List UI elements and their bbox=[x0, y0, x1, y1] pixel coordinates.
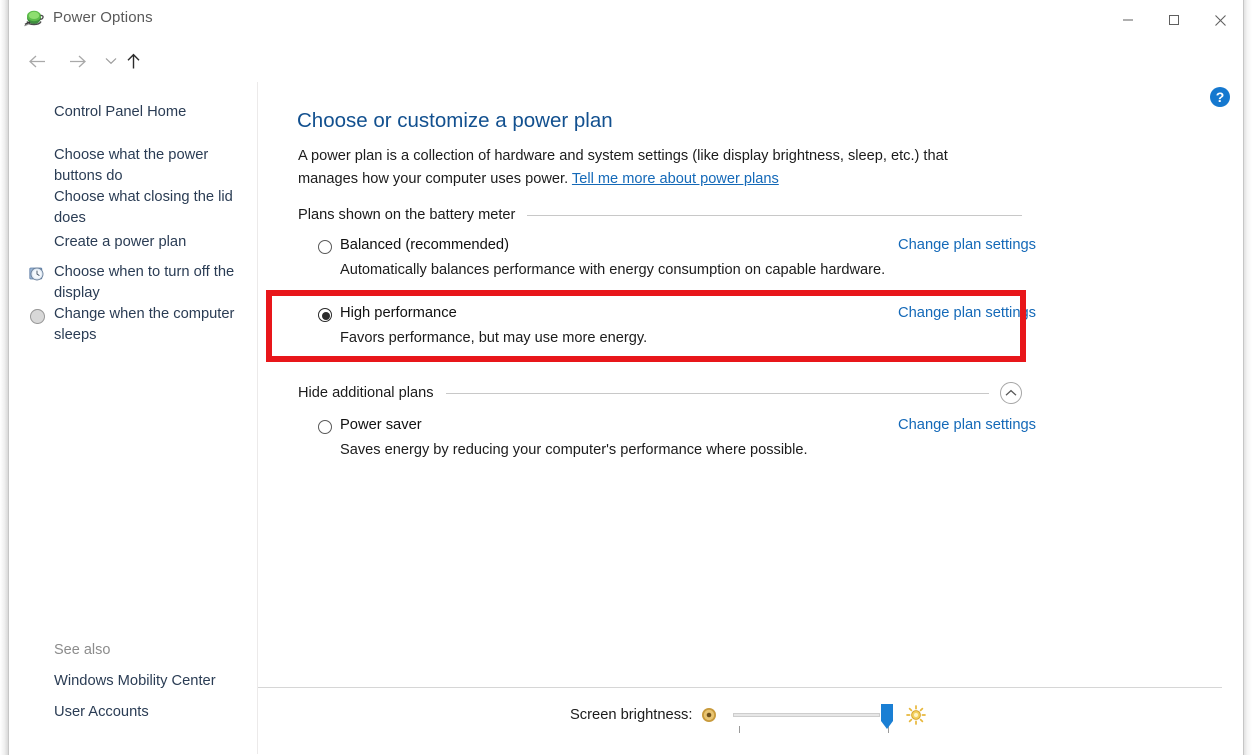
bottom-divider bbox=[258, 687, 1222, 688]
up-button[interactable] bbox=[119, 48, 147, 74]
change-plan-settings-link-high-performance[interactable]: Change plan settings bbox=[898, 305, 1036, 321]
change-plan-settings-link-power-saver[interactable]: Change plan settings bbox=[898, 417, 1036, 433]
see-also-heading: See also bbox=[54, 642, 110, 658]
tell-me-more-link[interactable]: Tell me more about power plans bbox=[572, 171, 779, 187]
group-label: Plans shown on the battery meter bbox=[298, 207, 527, 223]
plan-name: Balanced (recommended) bbox=[340, 237, 509, 253]
window-shadow-right bbox=[1244, 0, 1252, 755]
forward-button[interactable] bbox=[63, 48, 91, 74]
window-title: Power Options bbox=[53, 9, 153, 26]
screen-brightness-control: Screen brightness: bbox=[570, 703, 940, 733]
group-header-hide-additional-plans: Hide additional plans bbox=[298, 382, 1022, 404]
plan-description: Saves energy by reducing your computer's… bbox=[340, 442, 808, 458]
brightness-slider-track[interactable] bbox=[733, 713, 880, 717]
chevron-up-icon[interactable] bbox=[1000, 382, 1022, 404]
plan-row-power-saver[interactable]: Power saver Change plan settings Saves e… bbox=[298, 417, 1022, 441]
plan-name: High performance bbox=[340, 305, 457, 321]
window-border-left bbox=[8, 0, 9, 755]
page-title: Choose or customize a power plan bbox=[297, 109, 613, 133]
sidebar-item-control-panel-home[interactable]: Control Panel Home bbox=[54, 102, 186, 123]
page-description: A power plan is a collection of hardware… bbox=[298, 145, 988, 191]
brightness-slider-thumb[interactable] bbox=[880, 703, 894, 730]
plan-row-balanced[interactable]: Balanced (recommended) Change plan setti… bbox=[298, 237, 1022, 261]
plan-description: Favors performance, but may use more ene… bbox=[340, 330, 647, 346]
plan-row-high-performance[interactable]: High performance Change plan settings Fa… bbox=[298, 305, 1022, 329]
plan-header: High performance Change plan settings bbox=[298, 305, 1022, 329]
power-options-window: Power Options bbox=[0, 0, 1252, 755]
radio-high-performance[interactable] bbox=[318, 308, 332, 322]
minimize-button[interactable] bbox=[1105, 0, 1151, 40]
sidebar: Control Panel Home Choose what the power… bbox=[10, 82, 258, 754]
sidebar-item-create-power-plan[interactable]: Create a power plan bbox=[54, 232, 244, 253]
main-pane: ? Choose or customize a power plan A pow… bbox=[258, 82, 1242, 754]
plan-header: Balanced (recommended) Change plan setti… bbox=[298, 237, 1022, 261]
sidebar-item-windows-mobility-center[interactable]: Windows Mobility Center bbox=[54, 671, 216, 692]
plan-name: Power saver bbox=[340, 417, 422, 433]
group-header-battery-meter: Plans shown on the battery meter bbox=[298, 207, 1022, 223]
radio-power-saver[interactable] bbox=[318, 420, 332, 434]
plan-header: Power saver Change plan settings bbox=[298, 417, 1022, 441]
window-controls bbox=[1105, 0, 1243, 40]
sun-bright-icon bbox=[906, 705, 926, 725]
radio-balanced[interactable] bbox=[318, 240, 332, 254]
group-divider bbox=[446, 393, 990, 394]
window-border-right bbox=[1243, 0, 1244, 755]
sidebar-item-turn-off-display[interactable]: Choose when to turn off the display bbox=[54, 262, 249, 304]
navigation-bar: › Control Panel › Hardware and Sound › P… bbox=[9, 40, 1243, 82]
title-bar: Power Options bbox=[9, 0, 1243, 40]
sidebar-item-power-buttons[interactable]: Choose what the power buttons do bbox=[54, 145, 234, 187]
sleep-moon-icon bbox=[29, 308, 46, 325]
sidebar-item-user-accounts[interactable]: User Accounts bbox=[54, 702, 149, 723]
group-divider bbox=[527, 215, 1022, 216]
plan-description: Automatically balances performance with … bbox=[340, 262, 885, 278]
window-shadow-left bbox=[0, 0, 8, 755]
display-clock-icon bbox=[29, 266, 46, 283]
maximize-button[interactable] bbox=[1151, 0, 1197, 40]
close-button[interactable] bbox=[1197, 0, 1243, 40]
sidebar-item-closing-lid[interactable]: Choose what closing the lid does bbox=[54, 187, 244, 229]
change-plan-settings-link-balanced[interactable]: Change plan settings bbox=[898, 237, 1036, 253]
brightness-label: Screen brightness: bbox=[570, 707, 692, 723]
power-options-icon bbox=[23, 8, 45, 30]
help-button[interactable]: ? bbox=[1210, 87, 1230, 107]
sidebar-item-computer-sleeps[interactable]: Change when the computer sleeps bbox=[54, 304, 249, 346]
sun-dim-icon bbox=[701, 707, 717, 723]
group-label: Hide additional plans bbox=[298, 385, 446, 401]
back-button[interactable] bbox=[23, 48, 51, 74]
content-area: Control Panel Home Choose what the power… bbox=[10, 82, 1242, 754]
slider-tick bbox=[739, 726, 740, 733]
